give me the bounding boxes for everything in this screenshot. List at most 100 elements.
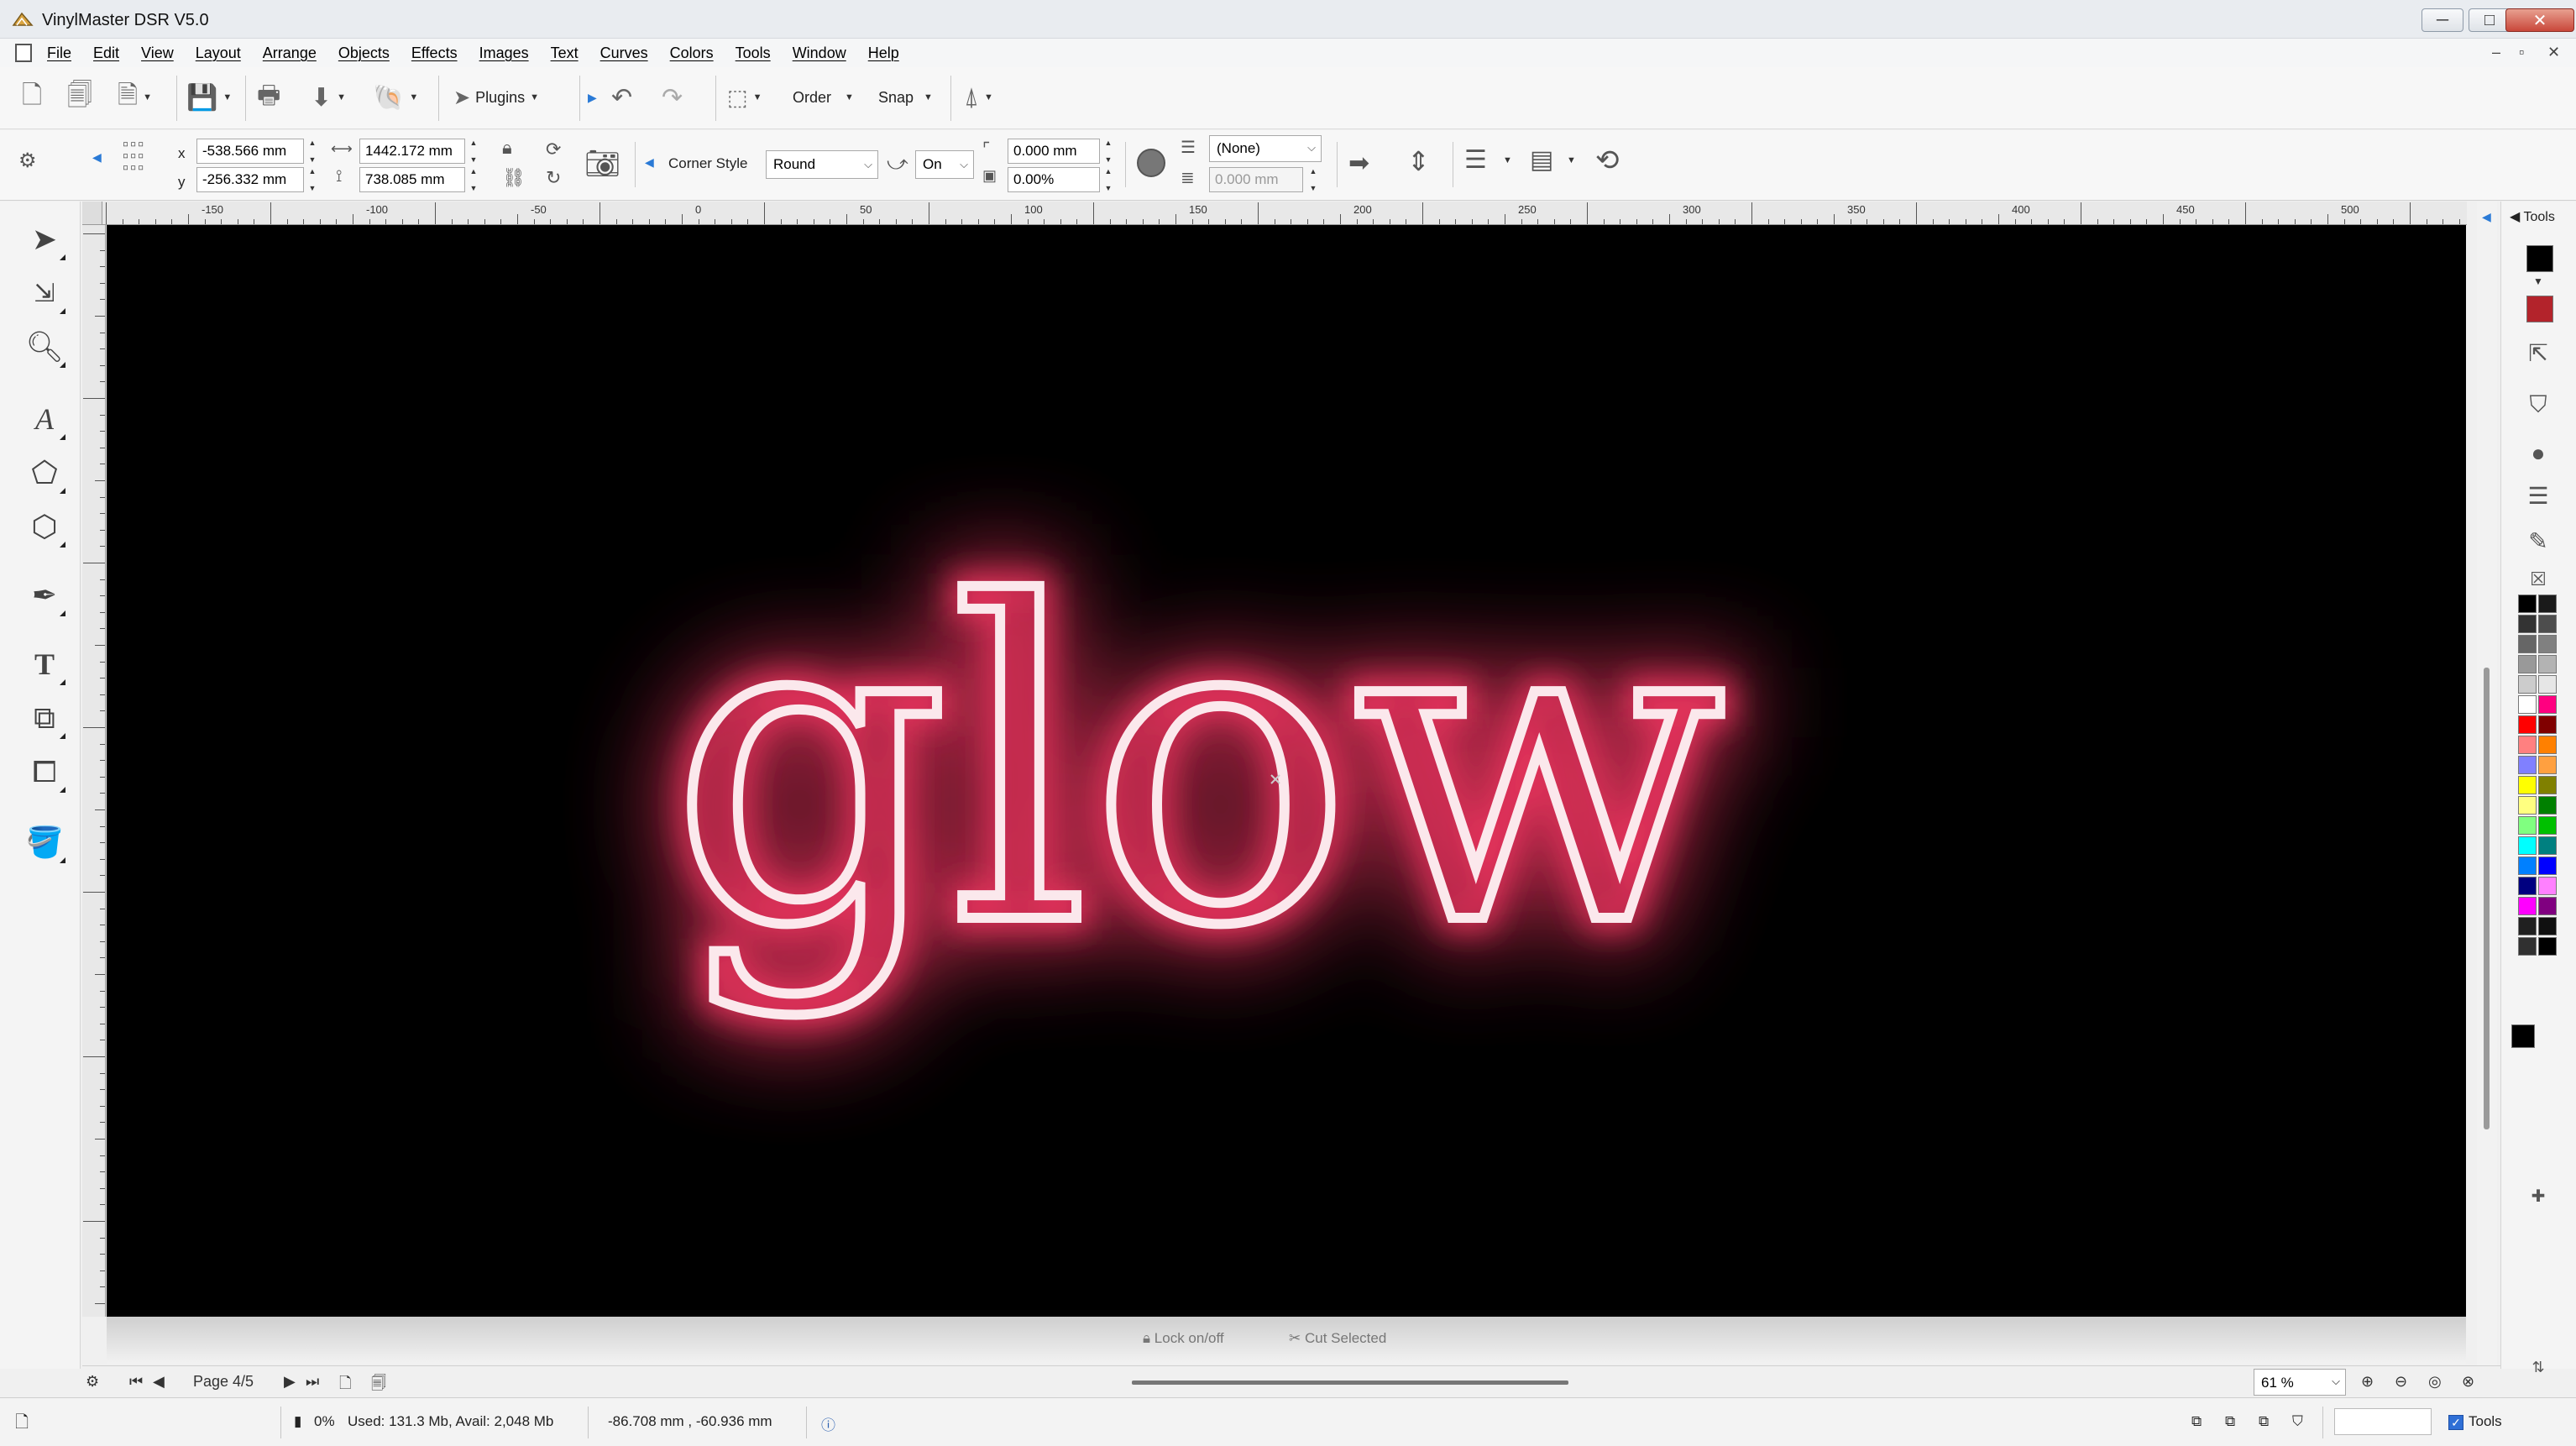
palette-swatch[interactable]	[2518, 776, 2537, 794]
refresh-icon[interactable]: ↻	[546, 167, 561, 189]
transform-icon[interactable]: ⚙	[18, 149, 37, 173]
height-spinner[interactable]: ▲ ▼	[467, 167, 480, 192]
palette-options-icon[interactable]: ✚	[2521, 1179, 2555, 1213]
horizontal-scroll-thumb[interactable]	[1132, 1381, 1568, 1385]
group-status-icon[interactable]: ⧉	[2225, 1413, 2235, 1430]
maximize-button[interactable]: □	[2469, 8, 2511, 32]
palette-swatch[interactable]	[2518, 695, 2537, 714]
menu-view[interactable]: View	[141, 45, 174, 62]
palette-swatch[interactable]	[2538, 776, 2557, 794]
select-tool[interactable]: ➤	[22, 217, 67, 262]
palette-swatch[interactable]	[2538, 736, 2557, 754]
palette-swatch[interactable]	[2518, 917, 2537, 935]
palette-swatch[interactable]	[2538, 796, 2557, 815]
eyedropper-select-icon[interactable]: ⇱	[2521, 336, 2555, 369]
height-field[interactable]: 738.085 mm	[359, 167, 465, 192]
palette-swatch[interactable]	[2538, 675, 2557, 694]
print-button[interactable]: 🖶	[257, 81, 280, 114]
minimize-button[interactable]: ─	[2422, 8, 2463, 32]
palette-swatch[interactable]	[2538, 756, 2557, 774]
palette-swatch[interactable]	[2518, 675, 2537, 694]
zoom-fit-button[interactable]: ◎	[2428, 1373, 2442, 1391]
link-icon[interactable]: ⛓	[502, 167, 526, 189]
palette-swatch[interactable]	[2538, 917, 2557, 935]
tools-toggle[interactable]: ✓ Tools	[2448, 1413, 2502, 1430]
save-button[interactable]: 💾 ▼	[186, 81, 232, 114]
vertical-scroll-thumb[interactable]	[2484, 668, 2490, 1129]
status-input-field[interactable]	[2334, 1408, 2432, 1435]
palette-swatch[interactable]	[2518, 756, 2537, 774]
arrow-vertical-icon[interactable]: ⇕	[1407, 145, 1430, 177]
x-position-field[interactable]: -538.566 mm	[196, 139, 304, 164]
neon-glow-text[interactable]: glow glow glow	[641, 483, 1755, 1050]
ruler-corner[interactable]	[82, 202, 102, 225]
lock-toggle[interactable]: 🔒︎ Lock on/off	[1143, 1330, 1224, 1347]
text-tool[interactable]: A	[22, 396, 67, 442]
eyedropper-icon[interactable]: ✎	[2521, 524, 2555, 558]
design-canvas[interactable]: glow glow glow	[107, 225, 2466, 1317]
corner-percent-field[interactable]: 0.00%	[1008, 167, 1100, 192]
current-color-swatch[interactable]	[2511, 1024, 2535, 1048]
palette-swatch[interactable]	[2518, 595, 2537, 613]
palette-swatch[interactable]	[2518, 715, 2537, 734]
line-style-dropdown[interactable]: (None) ⌵	[1209, 135, 1322, 162]
corner-toggle-dropdown[interactable]: On ⌵	[915, 150, 974, 179]
palette-swatch[interactable]	[2538, 857, 2557, 875]
menu-images[interactable]: Images	[479, 45, 529, 62]
palette-swatch[interactable]	[2538, 695, 2557, 714]
menu-file[interactable]: File	[47, 45, 71, 62]
menu-tools[interactable]: Tools	[736, 45, 771, 62]
circle-icon[interactable]: ●	[2521, 437, 2555, 470]
menu-window[interactable]: Window	[793, 45, 846, 62]
plugins-button[interactable]: ➤ Plugins ▼	[453, 81, 539, 114]
palette-swatch[interactable]	[2518, 816, 2537, 835]
palette-swatch[interactable]	[2518, 736, 2537, 754]
corner-percent-spinner[interactable]: ▲ ▼	[1102, 167, 1115, 192]
x-position-spinner[interactable]: ▲ ▼	[306, 139, 319, 164]
zoom-out-button[interactable]: ⊖	[2395, 1373, 2407, 1391]
palette-swatch[interactable]	[2538, 836, 2557, 855]
chevron-down-icon[interactable]: ▼	[1503, 155, 1512, 165]
palette-swatch[interactable]	[2538, 655, 2557, 673]
palette-swatch[interactable]	[2518, 937, 2537, 956]
template-button[interactable]: 🗎 ▼	[118, 81, 152, 114]
align-icon[interactable]: ☰	[1464, 145, 1487, 175]
weld-tool[interactable]: ⧠	[22, 749, 67, 794]
zoom-tool[interactable]: 🔍︎	[22, 324, 67, 369]
palette-swatch[interactable]	[2518, 655, 2537, 673]
contour-status-icon[interactable]: ⛉	[2292, 1413, 2303, 1430]
palette-swatch[interactable]	[2538, 816, 2557, 835]
fill-tool[interactable]: 🪣	[22, 820, 67, 865]
palette-swatch[interactable]	[2538, 877, 2557, 895]
tools-checkbox[interactable]: ✓	[2448, 1414, 2463, 1430]
combine-status-icon[interactable]: ⧉	[2259, 1413, 2269, 1430]
swap-colors-icon[interactable]: ⇅	[2521, 1350, 2555, 1384]
vertical-ruler[interactable]	[82, 225, 106, 1317]
order-button[interactable]: Order ▼	[793, 81, 854, 114]
chevron-down-icon[interactable]: ▼	[1567, 155, 1576, 165]
line-width-field[interactable]: 0.000 mm	[1209, 167, 1303, 192]
doc-minimize-button[interactable]: –	[2492, 44, 2500, 61]
cut-selected-button[interactable]: ✂ Cut Selected	[1289, 1330, 1386, 1347]
fill-icon[interactable]: ⛉	[2521, 388, 2555, 422]
anchor-grid-icon[interactable]: ▫▫▫ ▫▫▫ ▫▫▫	[123, 136, 145, 176]
fill-swatch-icon[interactable]	[1137, 149, 1165, 177]
width-spinner[interactable]: ▲ ▼	[467, 139, 480, 164]
first-page-button[interactable]: ⏮	[129, 1373, 143, 1391]
rotate-icon[interactable]: ⟳	[546, 139, 561, 160]
zoom-page-button[interactable]: ⊗	[2462, 1373, 2474, 1391]
menu-layout[interactable]: Layout	[196, 45, 241, 62]
corner-radius-field[interactable]: 0.000 mm	[1008, 139, 1100, 164]
toolbar-expander[interactable]: ▶	[588, 81, 597, 114]
pen-tool[interactable]: ✒	[22, 573, 67, 618]
cut-output-button[interactable]: ⬇ ▼	[311, 81, 346, 114]
menu-help[interactable]: Help	[868, 45, 899, 62]
zoom-in-button[interactable]: ⊕	[2361, 1373, 2374, 1391]
palette-swatch[interactable]	[2518, 635, 2537, 653]
capture-icon[interactable]: 📷︎	[584, 147, 620, 181]
chevron-left-icon[interactable]: ◀	[92, 150, 102, 165]
page-settings-icon[interactable]: ⚙	[86, 1373, 99, 1391]
palette-swatch[interactable]	[2538, 635, 2557, 653]
menu-curves[interactable]: Curves	[600, 45, 648, 62]
palette-swatch[interactable]	[2518, 615, 2537, 633]
